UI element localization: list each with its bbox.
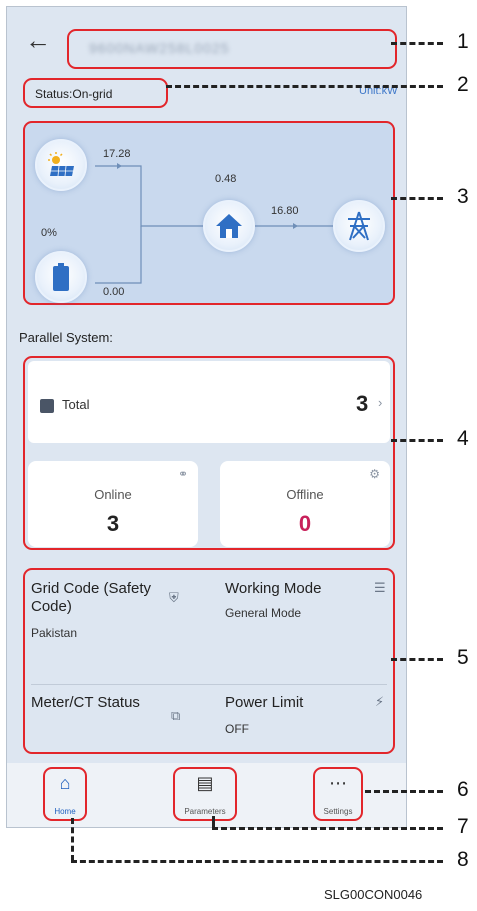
power-limit-icon: ⚡ <box>375 694 385 709</box>
power-tower-icon <box>348 211 370 241</box>
offline-card[interactable]: ⚙ Offline 0 <box>220 461 390 547</box>
back-arrow-icon[interactable]: ← <box>25 27 51 53</box>
solar-node[interactable] <box>35 139 87 191</box>
home-icon: ⌂ <box>59 773 71 793</box>
callout-line-5 <box>391 658 443 661</box>
total-device-icon <box>40 399 54 413</box>
meter-status-title: Meter/CT Status <box>31 694 140 711</box>
grid-code-value: Pakistan <box>31 626 78 640</box>
pv-power-value: 17.28 <box>103 148 131 160</box>
grid-code-cell[interactable]: Grid Code (Safety Code) Pakistan <box>31 580 161 640</box>
shield-icon: ⛨ <box>169 590 179 605</box>
online-icon: ⚭ <box>177 467 188 481</box>
chevron-right-icon: › <box>378 395 383 410</box>
callout-4: 4 <box>457 427 469 450</box>
callout-8: 8 <box>457 848 469 871</box>
power-limit-title: Power Limit <box>225 694 304 711</box>
load-power-value: 0.48 <box>215 173 237 185</box>
parallel-system-title: Parallel System: <box>19 330 113 345</box>
callout-line-3 <box>391 197 443 200</box>
more-options-icon: ⋯ <box>329 773 347 793</box>
total-row[interactable]: Total 3 › <box>28 361 390 443</box>
info-divider <box>31 684 387 685</box>
callout-line-8-vertical <box>71 818 74 861</box>
battery-node[interactable] <box>35 251 87 303</box>
online-label: Online <box>94 487 132 502</box>
callout-1: 1 <box>457 30 469 53</box>
total-label: Total <box>62 397 90 412</box>
nav-settings-label: Settings <box>323 807 353 816</box>
app-screen: ← 9600NAW258L0025 Status:On-grid Unit:kW <box>6 6 407 828</box>
top-bar: ← 9600NAW258L0025 <box>7 7 406 77</box>
callout-line-4 <box>391 439 443 442</box>
callout-3: 3 <box>457 185 469 208</box>
callout-line-7 <box>212 827 443 830</box>
callout-5: 5 <box>457 646 469 669</box>
online-card[interactable]: ⚭ Online 3 <box>28 461 198 547</box>
offline-label: Offline <box>286 487 324 502</box>
nav-parameters[interactable]: ▤ Parameters <box>173 767 237 821</box>
document-icon: ▤ <box>196 773 214 793</box>
meter-icon: ⧉ <box>171 708 181 723</box>
layers-icon: ☰ <box>374 580 386 595</box>
grid-power-value: 16.80 <box>271 205 299 217</box>
callout-7: 7 <box>457 815 469 838</box>
battery-soc-value: 0% <box>41 227 57 239</box>
parallel-system-panel: Total 3 › ⚭ Online 3 ⚙ Offline 0 <box>23 356 395 550</box>
power-limit-value: OFF <box>225 722 249 736</box>
total-count: 3 <box>356 391 369 416</box>
grid-code-title: Grid Code (Safety Code) <box>31 580 152 615</box>
offline-count: 0 <box>298 511 312 536</box>
power-limit-cell[interactable]: Power Limit OFF <box>225 694 355 736</box>
battery-power-value: 0.00 <box>103 286 125 298</box>
home-load-node[interactable] <box>203 200 255 252</box>
house-icon <box>216 214 242 238</box>
callout-line-1 <box>391 42 443 45</box>
status-highlight: Status:On-grid <box>23 78 168 108</box>
callout-line-2 <box>166 85 443 88</box>
callout-6: 6 <box>457 778 469 801</box>
working-mode-title: Working Mode <box>225 580 322 597</box>
working-mode-value: General Mode <box>225 606 302 620</box>
device-name-highlight: 9600NAW258L0025 <box>67 29 397 69</box>
callout-line-8 <box>71 860 443 863</box>
device-info-panel: Grid Code (Safety Code) Pakistan ⛨ Worki… <box>23 568 395 754</box>
online-count: 3 <box>106 511 120 536</box>
battery-icon <box>53 263 69 291</box>
nav-home-label: Home <box>54 807 76 816</box>
meter-status-cell[interactable]: Meter/CT Status <box>31 694 161 712</box>
nav-parameters-label: Parameters <box>184 807 226 816</box>
status-text: Status:On-grid <box>35 87 113 101</box>
offline-icon: ⚙ <box>369 467 380 481</box>
grid-node[interactable] <box>333 200 385 252</box>
working-mode-cell[interactable]: Working Mode General Mode <box>225 580 355 620</box>
callout-2: 2 <box>457 73 469 96</box>
nav-settings[interactable]: ⋯ Settings <box>313 767 363 821</box>
nav-home[interactable]: ⌂ Home <box>43 767 87 821</box>
energy-flow-diagram[interactable]: 17.28 0% 0.00 0.48 16.80 <box>23 121 395 305</box>
solar-panel-icon <box>48 152 74 177</box>
bottom-nav: ⌂ Home ▤ Parameters ⋯ Settings <box>7 763 406 827</box>
device-name: 9600NAW258L0025 <box>89 40 230 56</box>
figure-id: SLG00CON0046 <box>324 887 423 902</box>
callout-line-6 <box>365 790 443 793</box>
